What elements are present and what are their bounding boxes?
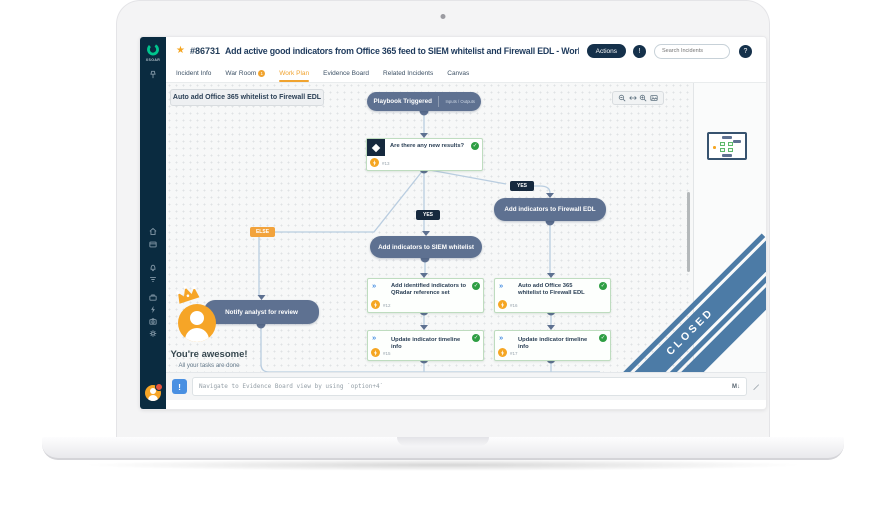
playbook-name-chip[interactable]: Auto add Office 365 whitelist to Firewal… (170, 89, 324, 106)
incident-tabbar: Incident Info War Room 1 Work Plan Evide… (166, 65, 766, 83)
task-card[interactable]: » Update indicator timeline info ✓ #17 (494, 330, 611, 361)
user-avatar[interactable] (145, 385, 161, 401)
playbook-minimap[interactable] (707, 132, 747, 160)
canvas-zoom-toolbar (612, 91, 664, 105)
webcam-dot (441, 14, 446, 19)
notification-dot (155, 383, 163, 391)
bell-icon[interactable] (149, 263, 158, 272)
script-chevron-icon: » (372, 281, 376, 290)
favorite-star-icon[interactable]: ★ (176, 46, 185, 56)
laptop-screen: XSOAR (116, 0, 770, 437)
zoom-in-icon[interactable] (639, 94, 647, 102)
automation-bolt-icon (370, 158, 379, 167)
automation-bolt-icon (371, 348, 380, 357)
filter-icon[interactable] (149, 275, 158, 284)
node-add-indicators-firewall-edl[interactable]: Add indicators to Firewall EDL (494, 198, 606, 221)
tab-incident-info[interactable]: Incident Info (176, 65, 211, 82)
sidebar: XSOAR (140, 37, 166, 409)
automation-bolt-icon (498, 300, 507, 309)
fit-width-icon[interactable] (629, 94, 637, 102)
work-plan-canvas[interactable]: Auto add Office 365 whitelist to Firewal… (166, 82, 766, 381)
incident-id: #86731 (190, 46, 220, 56)
dashboard-icon[interactable] (149, 240, 158, 249)
automation-bolt-icon (371, 300, 380, 309)
laptop-base (42, 437, 844, 460)
task-card[interactable]: » Update indicator timeline info ✓ #15 (367, 330, 484, 361)
page-title: Add active good indicators from Office 3… (225, 46, 579, 56)
completed-check-icon: ✓ (599, 282, 607, 290)
markdown-toggle-icon[interactable]: M↓ (732, 384, 740, 390)
completed-check-icon: ✓ (472, 282, 480, 290)
help-button[interactable]: ? (739, 45, 752, 58)
tab-war-room[interactable]: War Room 1 (225, 65, 265, 82)
incident-header: ★ #86731 Add active good indicators from… (166, 37, 766, 66)
camera-icon[interactable] (149, 317, 158, 326)
gear-icon[interactable] (149, 329, 158, 338)
mascot-title: You're awesome! (166, 349, 256, 360)
node-add-indicators-siem-whitelist[interactable]: Add indicators to SIEM whitelist (370, 236, 482, 258)
branch-label-yes: YES (416, 210, 440, 220)
script-chevron-icon: » (499, 281, 503, 290)
screenshot-icon[interactable] (650, 94, 658, 102)
home-icon[interactable] (149, 227, 158, 236)
completed-check-icon: ✓ (599, 334, 607, 342)
branch-label-else: ELSE (250, 227, 275, 237)
command-hint: Navigate to Evidence Board view by using… (199, 383, 732, 390)
task-card-condition[interactable]: Are there any new results? ✓ #13 (366, 138, 483, 171)
inputs-outputs-link[interactable]: Inputs / Outputs (439, 99, 481, 104)
completed-check-icon: ✓ (472, 334, 480, 342)
scrollbar-thumb[interactable] (687, 192, 690, 272)
war-room-badge: 1 (258, 70, 265, 77)
mascot-subtitle: All your tasks are done (166, 363, 256, 369)
branch-label-yes: YES (510, 181, 534, 191)
bolt-icon[interactable] (149, 305, 158, 314)
laptop-notch (397, 437, 489, 446)
script-chevron-icon: » (372, 333, 376, 342)
task-card[interactable]: » Auto add Office 365 whitelist to Firew… (494, 278, 611, 313)
mascot-avatar (178, 304, 216, 342)
tab-canvas[interactable]: Canvas (447, 65, 469, 82)
avatar-person-icon (178, 304, 216, 342)
zoom-out-icon[interactable] (618, 94, 626, 102)
search-input[interactable] (655, 48, 729, 54)
pin-icon[interactable] (149, 70, 158, 79)
node-notify-analyst[interactable]: Notify analyst for review (204, 300, 319, 324)
laptop-shadow (80, 459, 806, 471)
incident-search (654, 44, 730, 59)
condition-icon (367, 139, 385, 156)
automation-bolt-icon (498, 348, 507, 357)
node-playbook-triggered[interactable]: Playbook Triggered Inputs / Outputs (367, 92, 481, 111)
expand-editor-icon[interactable] (752, 383, 760, 391)
tab-evidence-board[interactable]: Evidence Board (323, 65, 369, 82)
script-chevron-icon: » (499, 333, 503, 342)
tab-related-incidents[interactable]: Related Incidents (383, 65, 433, 82)
command-bar: ! Navigate to Evidence Board view by usi… (166, 372, 766, 400)
completed-check-icon: ✓ (471, 142, 479, 150)
tab-work-plan[interactable]: Work Plan (279, 65, 309, 82)
actions-button[interactable]: Actions (587, 44, 626, 58)
cli-mode-button[interactable]: ! (172, 379, 187, 394)
task-card[interactable]: » Add identified indicators to QRadar re… (367, 278, 484, 313)
command-input[interactable]: Navigate to Evidence Board view by using… (192, 377, 747, 396)
logo-label: XSOAR (140, 58, 166, 62)
notifications-button[interactable]: ! (633, 45, 646, 58)
app-window: XSOAR (140, 37, 766, 409)
briefcase-icon[interactable] (149, 293, 158, 302)
